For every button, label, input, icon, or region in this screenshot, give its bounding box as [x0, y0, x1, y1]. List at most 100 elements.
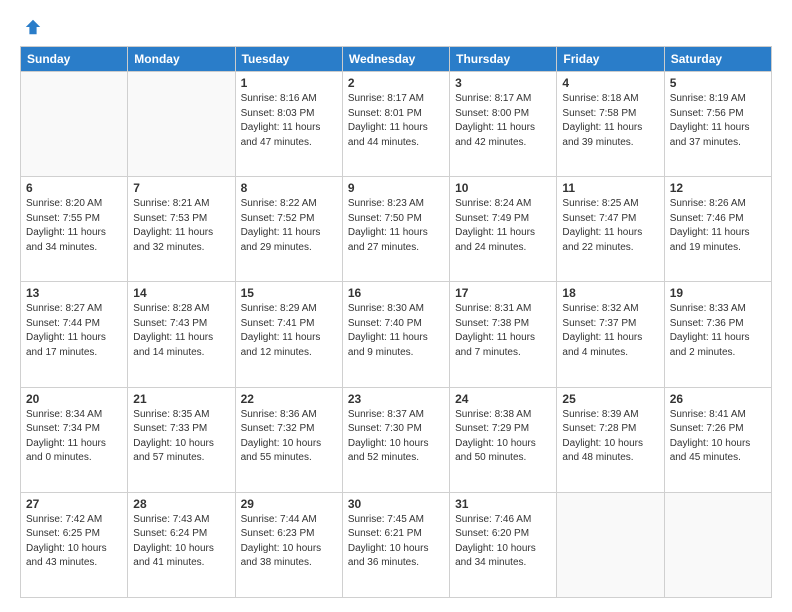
day-info: Sunrise: 8:38 AMSunset: 7:29 PMDaylight:… [455, 408, 551, 466]
day-number: 31 [455, 497, 551, 511]
page: SundayMondayTuesdayWednesdayThursdayFrid… [0, 0, 792, 612]
calendar-cell: 29 Sunrise: 7:44 AMSunset: 6:23 PMDayligh… [235, 492, 342, 597]
day-number: 26 [670, 392, 766, 406]
calendar-cell: 19 Sunrise: 8:33 AMSunset: 7:36 PMDayligh… [664, 282, 771, 387]
day-number: 6 [26, 181, 122, 195]
calendar-cell: 28Sunrise: 7:43 AMSunset: 6:24 PMDayligh… [128, 492, 235, 597]
day-info: Sunrise: 7:43 AMSunset: 6:24 PMDaylight:… [133, 513, 229, 571]
day-info: Sunrise: 8:22 AMSunset: 7:52 PMDaylight:… [241, 197, 337, 255]
header [20, 18, 772, 36]
day-info: Sunrise: 7:46 AMSunset: 6:20 PMDaylight:… [455, 513, 551, 571]
day-info: Sunrise: 8:29 AMSunset: 7:41 PMDaylight:… [241, 302, 337, 360]
weekday-tuesday: Tuesday [235, 47, 342, 72]
day-number: 21 [133, 392, 229, 406]
calendar-week-3: 13 Sunrise: 8:27 AMSunset: 7:44 PMDayligh… [21, 282, 772, 387]
day-info: Sunrise: 8:28 AMSunset: 7:43 PMDaylight:… [133, 302, 229, 360]
calendar-cell: 10 Sunrise: 8:24 AMSunset: 7:49 PMDayligh… [450, 177, 557, 282]
weekday-wednesday: Wednesday [342, 47, 449, 72]
day-info: Sunrise: 8:37 AMSunset: 7:30 PMDaylight:… [348, 408, 444, 466]
calendar-cell: 21 Sunrise: 8:35 AMSunset: 7:33 PMDayligh… [128, 387, 235, 492]
calendar-cell [21, 72, 128, 177]
calendar-cell: 16 Sunrise: 8:30 AMSunset: 7:40 PMDayligh… [342, 282, 449, 387]
calendar-table: SundayMondayTuesdayWednesdayThursdayFrid… [20, 46, 772, 598]
day-info: Sunrise: 8:34 AMSunset: 7:34 PMDaylight:… [26, 408, 122, 466]
calendar-cell: 4 Sunrise: 8:18 AMSunset: 7:58 PMDaylight… [557, 72, 664, 177]
day-number: 14 [133, 286, 229, 300]
day-info: Sunrise: 8:23 AMSunset: 7:50 PMDaylight:… [348, 197, 444, 255]
calendar-cell: 2Sunrise: 8:17 AMSunset: 8:01 PMDaylight… [342, 72, 449, 177]
calendar-cell: 9 Sunrise: 8:23 AMSunset: 7:50 PMDaylight… [342, 177, 449, 282]
day-info: Sunrise: 8:18 AMSunset: 7:58 PMDaylight:… [562, 92, 658, 150]
day-number: 25 [562, 392, 658, 406]
calendar-cell: 26 Sunrise: 8:41 AMSunset: 7:26 PMDayligh… [664, 387, 771, 492]
logo-icon [24, 18, 42, 36]
calendar-cell: 15 Sunrise: 8:29 AMSunset: 7:41 PMDayligh… [235, 282, 342, 387]
calendar-week-1: 1Sunrise: 8:16 AMSunset: 8:03 PMDaylight… [21, 72, 772, 177]
calendar-cell: 14 Sunrise: 8:28 AMSunset: 7:43 PMDayligh… [128, 282, 235, 387]
day-info: Sunrise: 8:17 AMSunset: 8:01 PMDaylight:… [348, 92, 444, 150]
day-number: 7 [133, 181, 229, 195]
calendar-cell: 7 Sunrise: 8:21 AMSunset: 7:53 PMDaylight… [128, 177, 235, 282]
day-info: Sunrise: 8:19 AMSunset: 7:56 PMDaylight:… [670, 92, 766, 150]
day-info: Sunrise: 7:42 AMSunset: 6:25 PMDaylight:… [26, 513, 122, 571]
calendar-cell: 20 Sunrise: 8:34 AMSunset: 7:34 PMDayligh… [21, 387, 128, 492]
calendar-week-5: 27Sunrise: 7:42 AMSunset: 6:25 PMDayligh… [21, 492, 772, 597]
day-number: 22 [241, 392, 337, 406]
calendar-cell: 31 Sunrise: 7:46 AMSunset: 6:20 PMDayligh… [450, 492, 557, 597]
weekday-sunday: Sunday [21, 47, 128, 72]
calendar-cell: 5 Sunrise: 8:19 AMSunset: 7:56 PMDaylight… [664, 72, 771, 177]
day-info: Sunrise: 8:33 AMSunset: 7:36 PMDaylight:… [670, 302, 766, 360]
logo [20, 18, 42, 36]
calendar-cell: 24 Sunrise: 8:38 AMSunset: 7:29 PMDayligh… [450, 387, 557, 492]
calendar-cell: 23Sunrise: 8:37 AMSunset: 7:30 PMDayligh… [342, 387, 449, 492]
day-number: 3 [455, 76, 551, 90]
calendar-cell: 27Sunrise: 7:42 AMSunset: 6:25 PMDayligh… [21, 492, 128, 597]
day-number: 8 [241, 181, 337, 195]
day-number: 24 [455, 392, 551, 406]
calendar-cell [557, 492, 664, 597]
day-number: 1 [241, 76, 337, 90]
day-info: Sunrise: 8:41 AMSunset: 7:26 PMDaylight:… [670, 408, 766, 466]
day-info: Sunrise: 8:17 AMSunset: 8:00 PMDaylight:… [455, 92, 551, 150]
calendar-cell [664, 492, 771, 597]
day-number: 5 [670, 76, 766, 90]
day-number: 15 [241, 286, 337, 300]
day-info: Sunrise: 7:44 AMSunset: 6:23 PMDaylight:… [241, 513, 337, 571]
calendar-cell: 17Sunrise: 8:31 AMSunset: 7:38 PMDayligh… [450, 282, 557, 387]
calendar-cell: 3 Sunrise: 8:17 AMSunset: 8:00 PMDaylight… [450, 72, 557, 177]
day-number: 18 [562, 286, 658, 300]
calendar-cell: 6 Sunrise: 8:20 AMSunset: 7:55 PMDaylight… [21, 177, 128, 282]
weekday-saturday: Saturday [664, 47, 771, 72]
day-info: Sunrise: 8:27 AMSunset: 7:44 PMDaylight:… [26, 302, 122, 360]
day-number: 9 [348, 181, 444, 195]
calendar-cell: 13 Sunrise: 8:27 AMSunset: 7:44 PMDayligh… [21, 282, 128, 387]
calendar-cell: 1Sunrise: 8:16 AMSunset: 8:03 PMDaylight… [235, 72, 342, 177]
day-info: Sunrise: 8:21 AMSunset: 7:53 PMDaylight:… [133, 197, 229, 255]
calendar-week-2: 6 Sunrise: 8:20 AMSunset: 7:55 PMDaylight… [21, 177, 772, 282]
day-info: Sunrise: 8:39 AMSunset: 7:28 PMDaylight:… [562, 408, 658, 466]
day-info: Sunrise: 8:20 AMSunset: 7:55 PMDaylight:… [26, 197, 122, 255]
calendar-cell: 11Sunrise: 8:25 AMSunset: 7:47 PMDayligh… [557, 177, 664, 282]
day-number: 10 [455, 181, 551, 195]
day-number: 19 [670, 286, 766, 300]
day-number: 4 [562, 76, 658, 90]
day-info: Sunrise: 8:32 AMSunset: 7:37 PMDaylight:… [562, 302, 658, 360]
day-info: Sunrise: 8:35 AMSunset: 7:33 PMDaylight:… [133, 408, 229, 466]
day-info: Sunrise: 8:36 AMSunset: 7:32 PMDaylight:… [241, 408, 337, 466]
day-info: Sunrise: 8:24 AMSunset: 7:49 PMDaylight:… [455, 197, 551, 255]
day-number: 16 [348, 286, 444, 300]
weekday-friday: Friday [557, 47, 664, 72]
day-info: Sunrise: 8:30 AMSunset: 7:40 PMDaylight:… [348, 302, 444, 360]
weekday-monday: Monday [128, 47, 235, 72]
day-number: 29 [241, 497, 337, 511]
weekday-header-row: SundayMondayTuesdayWednesdayThursdayFrid… [21, 47, 772, 72]
calendar-cell: 30Sunrise: 7:45 AMSunset: 6:21 PMDayligh… [342, 492, 449, 597]
calendar-cell: 18 Sunrise: 8:32 AMSunset: 7:37 PMDayligh… [557, 282, 664, 387]
day-number: 12 [670, 181, 766, 195]
day-number: 17 [455, 286, 551, 300]
day-number: 13 [26, 286, 122, 300]
day-number: 20 [26, 392, 122, 406]
weekday-thursday: Thursday [450, 47, 557, 72]
calendar-cell: 12 Sunrise: 8:26 AMSunset: 7:46 PMDayligh… [664, 177, 771, 282]
day-info: Sunrise: 8:26 AMSunset: 7:46 PMDaylight:… [670, 197, 766, 255]
